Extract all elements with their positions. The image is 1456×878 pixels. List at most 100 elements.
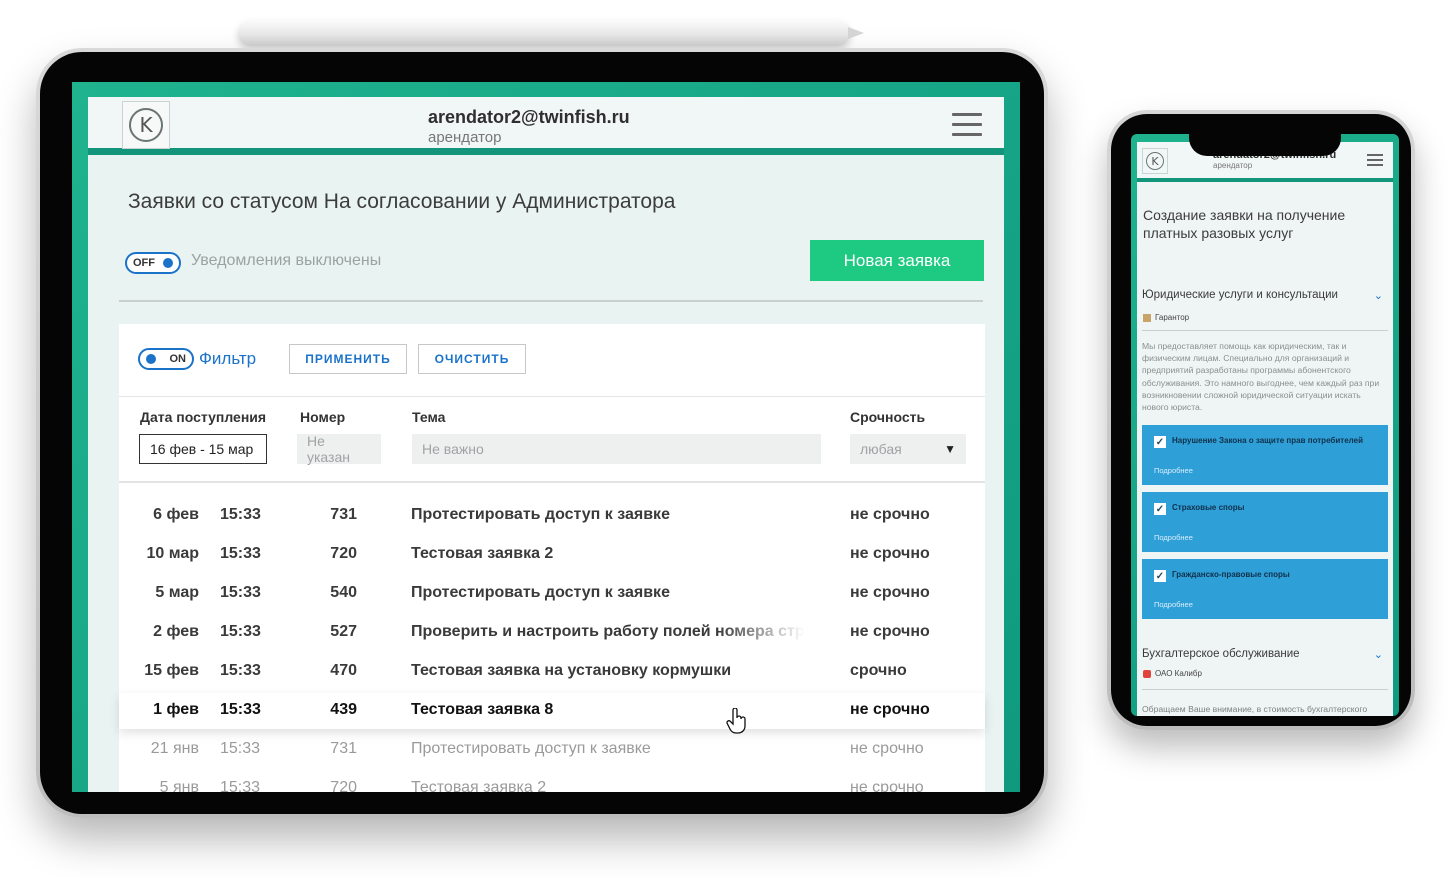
user-email: arendator2@twinfish.ru [428,107,630,127]
table-row[interactable]: 5 янв 15:33 720 Тестовая заявка 2 не срочно [119,771,985,792]
divider [119,396,985,397]
provider-name: ОАО Калибр [1155,669,1202,678]
stylus-tip [848,27,864,39]
tablet-screen: K arendator2@twinfish.ru арендатор Заявк… [72,82,1020,792]
column-header-urgency: Срочность [850,409,926,425]
phone-screen: K arendator2@twinfish.ru арендатор Созда… [1131,134,1399,716]
checkbox-icon[interactable]: ✓ [1154,503,1166,515]
clear-button[interactable]: ОЧИСТИТЬ [418,344,526,374]
page-title: Заявки со статусом На согласовании у Адм… [128,190,676,213]
row-number: 731 [330,506,357,523]
row-date: 6 фев [153,506,199,523]
table-row[interactable]: 10 мар 15:33 720 Тестовая заявка 2 не срочно [119,537,985,573]
row-number: 439 [330,701,357,718]
row-theme: Тестовая заявка 8 [411,701,554,718]
row-urgency: не срочно [850,584,930,601]
phone-device: K arendator2@twinfish.ru арендатор Созда… [1107,110,1415,730]
more-link[interactable]: Подробнее [1154,600,1193,609]
chevron-down-icon[interactable]: ⌄ [1374,289,1383,302]
theme-input[interactable]: Не важно [412,434,821,464]
row-date: 21 янв [150,740,199,757]
table-row[interactable]: 1 фев 15:33 439 Тестовая заявка 8 не срочно [119,693,985,729]
table-row[interactable]: 21 янв 15:33 731 Протестировать доступ к за… [119,732,985,768]
toggle-knob [146,354,156,364]
row-time: 15:33 [220,584,261,601]
row-theme: Тестовая заявка на установку кормушки [411,662,732,679]
row-theme: Протестировать доступ к заявке [411,584,670,601]
logo-k-icon[interactable]: K [122,101,170,149]
section-description: Мы предоставляет помощь как юридическим,… [1142,341,1380,413]
user-role: арендатор [1213,161,1253,170]
chevron-down-icon: ▼ [944,442,956,456]
filter-toggle[interactable]: ON [138,348,194,370]
urgency-select[interactable]: любая ▼ [850,434,966,464]
row-date: 10 мар [146,545,199,562]
phone-app: K arendator2@twinfish.ru арендатор Созда… [1137,142,1393,716]
column-header-theme: Тема [412,409,446,425]
toggle-knob [163,258,173,268]
user-info: arendator2@twinfish.ru арендатор [428,107,630,146]
requests-panel: ON Фильтр ПРИМЕНИТЬ ОЧИСТИТЬ Дата поступ… [119,324,985,792]
row-urgency: не срочно [850,779,924,792]
row-theme: Тестовая заявка 2 [411,779,547,792]
service-title: Гражданско-правовые споры [1172,570,1290,579]
service-title: Нарушение Закона о защите прав потребите… [1172,436,1363,445]
table-row[interactable]: 6 фев 15:33 731 Протестировать доступ к зая… [119,498,985,534]
section-title[interactable]: Юридические услуги и консультации [1142,289,1338,301]
row-time: 15:33 [220,545,261,562]
checkbox-icon[interactable]: ✓ [1154,436,1166,448]
divider [1142,330,1388,331]
table-row[interactable]: 15 фев 15:33 470 Тестовая заявка на установ… [119,654,985,690]
row-urgency: не срочно [850,623,930,640]
service-title: Страховые споры [1172,503,1245,512]
urgency-select-value: любая [860,441,902,457]
logo-mark: K [129,108,163,142]
section-description: Обращаем Ваше внимание, в стоимость бухг… [1142,704,1368,714]
row-date: 5 янв [159,779,199,792]
divider [119,481,985,483]
new-request-button[interactable]: Новая заявка [810,240,984,281]
section-title[interactable]: Бухгалтерское обслуживание [1142,648,1300,660]
date-range-input[interactable]: 16 фев - 15 мар [139,434,267,464]
provider: ОАО Калибр [1143,669,1202,678]
phone-bezel: K arendator2@twinfish.ru арендатор Созда… [1111,114,1411,726]
logo-k-icon[interactable]: K [1142,148,1168,174]
row-number: 527 [330,623,357,640]
menu-icon[interactable] [1367,154,1383,169]
chevron-down-icon[interactable]: ⌄ [1374,648,1383,661]
checkbox-icon[interactable]: ✓ [1154,570,1166,582]
more-link[interactable]: Подробнее [1154,466,1193,475]
row-number: 540 [330,584,357,601]
provider-icon [1143,313,1151,322]
table-row[interactable]: 5 мар 15:33 540 Протестировать доступ к зая… [119,576,985,612]
service-card[interactable]: ✓ Нарушение Закона о защите прав потреби… [1142,425,1388,485]
table-row[interactable]: 2 фев 15:33 527 Проверить и настроить работ… [119,615,985,651]
row-time: 15:33 [220,701,261,718]
row-theme: Протестировать доступ к заявке [411,506,670,523]
service-card[interactable]: ✓ Гражданско-правовые споры Подробнее [1142,559,1388,619]
app-header: K arendator2@twinfish.ru арендатор [88,97,1004,155]
notifications-toggle[interactable]: OFF [125,252,181,274]
service-card[interactable]: ✓ Страховые споры Подробнее [1142,492,1388,552]
notifications-status: Уведомления выключены [191,252,382,269]
divider [1142,689,1388,690]
row-date: 15 фев [144,662,199,679]
column-header-date: Дата поступления [140,409,267,425]
row-theme: Протестировать доступ к заявке [411,740,651,757]
row-number: 720 [330,779,357,792]
row-urgency: не срочно [850,545,930,562]
stylus-pencil [238,20,864,46]
apply-button[interactable]: ПРИМЕНИТЬ [289,344,407,374]
number-input[interactable]: Не указан [297,433,381,465]
tablet-app: K arendator2@twinfish.ru арендатор Заявк… [88,97,1004,792]
row-urgency: срочно [850,662,907,679]
more-link[interactable]: Подробнее [1154,533,1193,542]
toggle-label: OFF [133,257,155,269]
divider [119,300,983,302]
provider: Гарантор [1143,313,1189,322]
row-number: 731 [330,740,357,757]
phone-notch [1189,130,1341,156]
menu-icon[interactable] [952,113,982,137]
filter-label[interactable]: Фильтр [199,349,256,369]
row-time: 15:33 [220,740,261,757]
